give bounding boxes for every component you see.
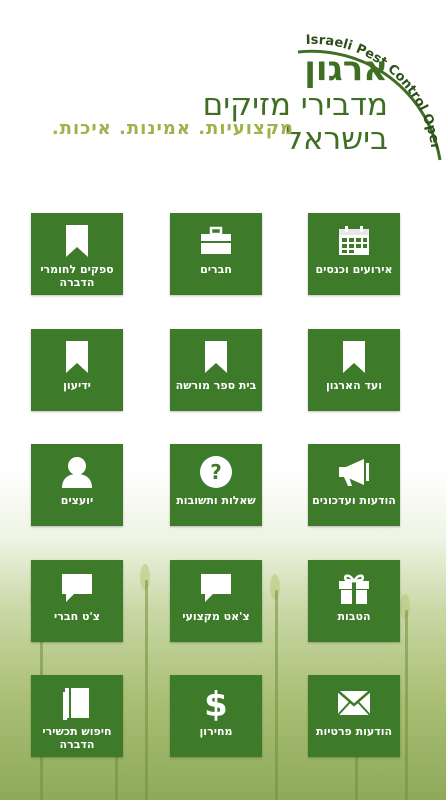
tile-label: ועד הארגון xyxy=(325,379,383,392)
tile-label: אירועים וכנסים xyxy=(315,263,393,276)
tile-benefits[interactable]: הטבות xyxy=(308,560,400,642)
bookmark-icon xyxy=(170,339,262,375)
tile-label: הודעות ועדכונים xyxy=(312,494,396,507)
user-icon xyxy=(31,454,123,490)
tile-pro-chat[interactable]: צ'אט מקצועי xyxy=(170,560,262,642)
tile-faq[interactable]: ? שאלות ותשובות xyxy=(170,444,262,526)
question-icon: ? xyxy=(170,454,262,490)
bookmark-icon xyxy=(31,223,123,259)
tile-label: צ'ט חברי xyxy=(54,610,100,623)
tile-label: מחירון xyxy=(199,725,233,738)
tile-announcements[interactable]: הודעות ועדכונים xyxy=(308,444,400,526)
tile-private-messages[interactable]: הודעות פרטיות xyxy=(308,675,400,757)
megaphone-icon xyxy=(308,454,400,490)
menu-grid: אירועים וכנסים חברים ספקים לחומרי הדברה … xyxy=(0,0,446,800)
tile-newsletter[interactable]: ידיעון xyxy=(31,329,123,411)
tile-events[interactable]: אירועים וכנסים xyxy=(308,213,400,295)
envelope-icon xyxy=(308,685,400,721)
chat-icon xyxy=(170,570,262,606)
book-icon xyxy=(31,685,123,721)
bookmark-icon xyxy=(31,339,123,375)
tile-label: שאלות ותשובות xyxy=(176,494,256,507)
tile-consultants[interactable]: יועצים xyxy=(31,444,123,526)
tile-label: חיפוש תכשירי הדברה xyxy=(42,725,112,751)
bookmark-icon xyxy=(308,339,400,375)
svg-text:$: $ xyxy=(204,685,228,721)
chat-icon xyxy=(31,570,123,606)
tile-label: הודעות פרטיות xyxy=(315,725,393,738)
tile-members[interactable]: חברים xyxy=(170,213,262,295)
tile-committee[interactable]: ועד הארגון xyxy=(308,329,400,411)
calendar-icon xyxy=(308,223,400,259)
tile-pricelist[interactable]: $ מחירון xyxy=(170,675,262,757)
dollar-icon: $ xyxy=(170,685,262,721)
tile-label: יועצים xyxy=(60,494,94,507)
tile-school[interactable]: בית ספר מורשה xyxy=(170,329,262,411)
tile-label: הטבות xyxy=(337,610,371,623)
gift-icon xyxy=(308,570,400,606)
tile-suppliers[interactable]: ספקים לחומרי הדברה xyxy=(31,213,123,295)
tile-label: צ'אט מקצועי xyxy=(182,610,250,623)
tile-label: ספקים לחומרי הדברה xyxy=(40,263,114,289)
tile-pesticide-search[interactable]: חיפוש תכשירי הדברה xyxy=(31,675,123,757)
tile-label: חברים xyxy=(200,263,232,276)
tile-label: בית ספר מורשה xyxy=(175,379,257,392)
briefcase-icon xyxy=(170,223,262,259)
tile-member-chat[interactable]: צ'ט חברי xyxy=(31,560,123,642)
tile-label: ידיעון xyxy=(63,379,91,392)
svg-text:?: ? xyxy=(210,460,222,484)
